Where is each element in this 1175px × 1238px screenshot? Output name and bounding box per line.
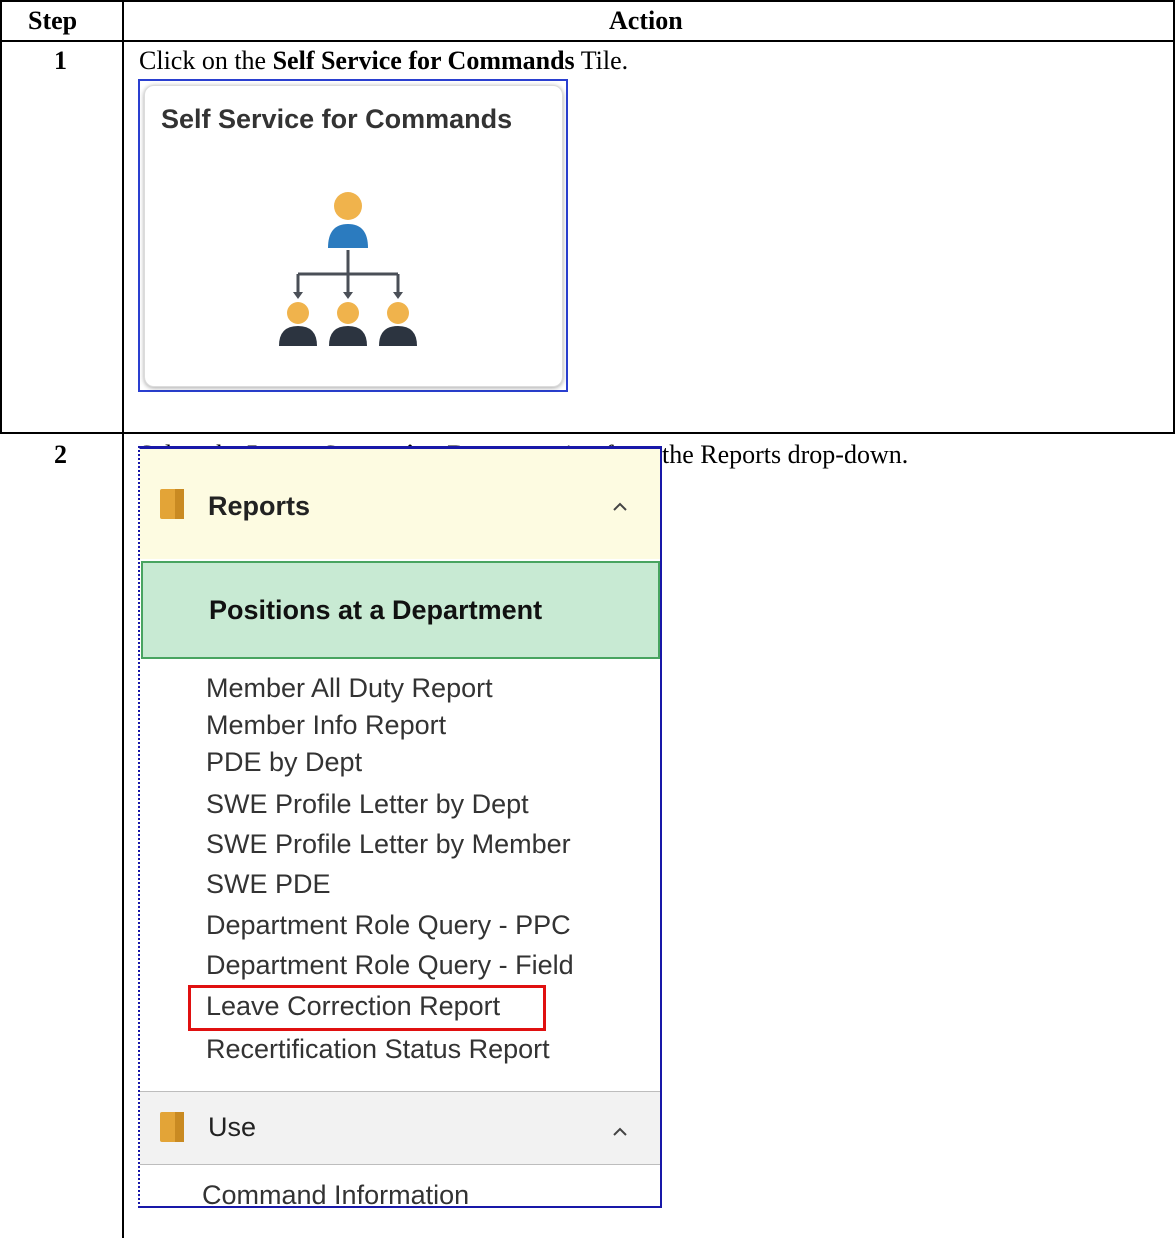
menu-item-selected[interactable]: Positions at a Department [141, 561, 660, 659]
menu-item-member-all-duty-report[interactable]: Member All Duty Report [206, 673, 493, 704]
instruction-table: Step Action 1 Click on the Self Service … [0, 0, 1175, 1238]
highlight-box [188, 985, 546, 1031]
selected-item-label: Positions at a Department [209, 595, 543, 625]
tile-title: Self Service for Commands [161, 104, 513, 134]
step-number-2: 2 [54, 440, 67, 469]
step-1-text-pre: Click on the [139, 46, 273, 75]
menu-item-department-role-query-field[interactable]: Department Role Query - Field [206, 950, 574, 981]
reports-section-header[interactable]: Reports [140, 449, 660, 559]
table-border-top [0, 0, 1175, 2]
step-1-instruction: Click on the Self Service for Commands T… [139, 46, 628, 76]
table-column-divider [122, 0, 124, 1238]
menu-item-command-information[interactable]: Command Information [202, 1180, 469, 1211]
table-border-left [0, 0, 2, 434]
use-section-label: Use [208, 1112, 257, 1142]
table-header-divider [0, 40, 1175, 42]
menu-item-department-role-query-ppc[interactable]: Department Role Query - PPC [206, 910, 571, 941]
reports-section-label: Reports [208, 491, 311, 521]
menu-item-member-info-report[interactable]: Member Info Report [206, 710, 446, 741]
table-row-divider [0, 432, 1175, 434]
org-chart-icon [279, 192, 417, 346]
self-service-for-commands-tile[interactable]: Self Service for Commands [144, 85, 563, 387]
menu-item-recertification-status-report[interactable]: Recertification Status Report [206, 1034, 550, 1065]
step-1-text-bold: Self Service for Commands [272, 46, 575, 75]
menu-item-swe-profile-letter-by-dept[interactable]: SWE Profile Letter by Dept [206, 789, 529, 820]
reports-menu-panel: Reports Positions at a Department Member… [138, 446, 662, 1211]
header-action: Action [609, 6, 683, 35]
header-step: Step [28, 6, 78, 35]
step-number-1: 1 [54, 46, 67, 75]
folder-icon [160, 489, 184, 519]
menu-item-pde-by-dept[interactable]: PDE by Dept [206, 747, 362, 778]
self-service-tile-frame: Self Service for Commands [138, 79, 568, 392]
menu-item-swe-profile-letter-by-member[interactable]: SWE Profile Letter by Member [206, 829, 571, 860]
menu-item-swe-pde[interactable]: SWE PDE [206, 869, 331, 900]
use-section-header[interactable]: Use [140, 1091, 660, 1165]
chevron-up-icon[interactable] [612, 501, 628, 511]
chevron-up-icon[interactable] [612, 1126, 628, 1136]
folder-icon [160, 1112, 184, 1142]
step-1-text-post: Tile. [574, 46, 629, 75]
